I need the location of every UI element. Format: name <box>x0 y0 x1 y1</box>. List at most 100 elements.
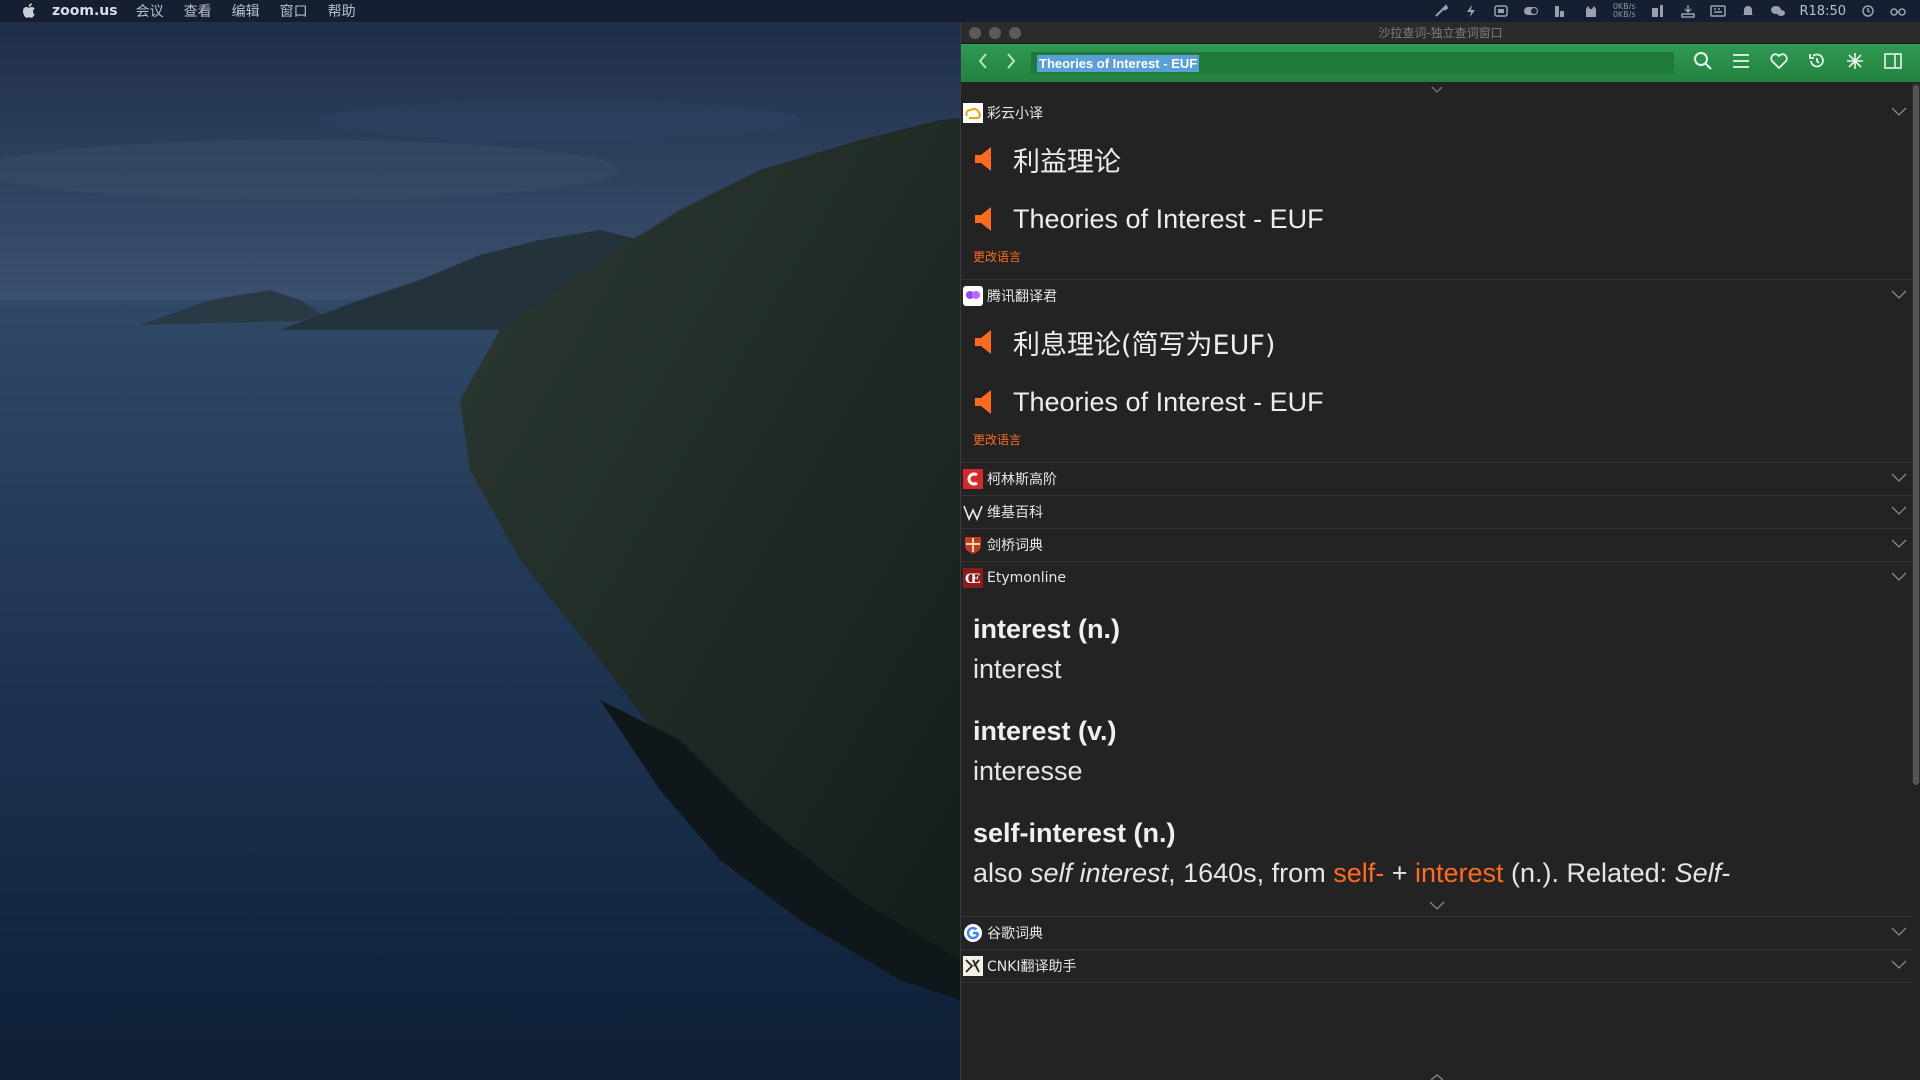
menu-icon <box>1731 53 1751 74</box>
menu-help[interactable]: 帮助 <box>328 1 356 21</box>
speaker-icon[interactable] <box>973 389 995 415</box>
search-input[interactable]: Theories of Interest - EUF <box>1037 54 1200 72</box>
change-language-link[interactable]: 更改语言 <box>961 432 1912 462</box>
dict-section-cnki: CNKI翻译助手 <box>961 950 1912 983</box>
history-icon <box>1807 51 1827 76</box>
dict-header-cambridge[interactable]: 剑桥词典 <box>961 529 1912 561</box>
cat-icon[interactable] <box>1583 4 1599 18</box>
chart-icon[interactable] <box>1553 4 1569 18</box>
favorite-button[interactable] <box>1760 48 1798 78</box>
etymology-link-interest[interactable]: interest <box>1415 858 1504 888</box>
dict-header-tencent[interactable]: 腾讯翻译君 <box>961 280 1912 312</box>
chevron-down-icon[interactable] <box>1890 958 1908 972</box>
chevron-down-icon[interactable] <box>1890 925 1908 939</box>
dict-header-collins[interactable]: 柯林斯高阶 <box>961 463 1912 495</box>
source-text: Theories of Interest - EUF <box>1013 203 1324 234</box>
chevron-down-icon[interactable] <box>1890 504 1908 518</box>
menu-window[interactable]: 窗口 <box>280 1 308 21</box>
menu-view[interactable]: 查看 <box>184 1 212 21</box>
chevron-down-icon <box>1429 898 1445 916</box>
dict-name-etymonline: Etymonline <box>987 570 1066 586</box>
app-menu-name[interactable]: zoom.us <box>52 3 118 19</box>
window-title: 沙拉查词-独立查词窗口 <box>1378 26 1503 40</box>
forward-icon <box>1005 52 1017 75</box>
entry-headword: interest (n.) <box>973 614 1121 644</box>
dict-name-cambridge: 剑桥词典 <box>987 538 1043 554</box>
dict-header-cnki[interactable]: CNKI翻译助手 <box>961 950 1912 982</box>
search-button[interactable] <box>1684 48 1722 78</box>
dictionary-window: 沙拉查词-独立查词窗口 Theories of Interest - EUF 彩… <box>960 22 1920 1080</box>
source-line: Theories of Interest - EUF <box>961 189 1912 249</box>
entry-headword: interest (v.) <box>973 716 1117 746</box>
entry-definition: interest <box>973 654 1062 684</box>
expand-all-toggle[interactable] <box>961 83 1912 97</box>
dict-header-etymonline[interactable]: Œ Etymonline <box>961 562 1912 594</box>
back-button[interactable] <box>969 49 997 77</box>
chevron-down-icon[interactable] <box>1890 288 1908 302</box>
dict-name-tencent: 腾讯翻译君 <box>987 289 1057 305</box>
menubar-clock[interactable]: R18:50 <box>1800 4 1847 19</box>
history-button[interactable] <box>1798 48 1836 78</box>
download-icon[interactable] <box>1680 4 1696 18</box>
change-language-link[interactable]: 更改语言 <box>961 249 1912 279</box>
glasses-icon[interactable] <box>1890 4 1906 18</box>
bolt-icon[interactable] <box>1463 4 1479 18</box>
network-speed: 0KB/s 0KB/s <box>1612 2 1636 19</box>
memory-icon[interactable] <box>1650 4 1666 18</box>
dict-name-caiyun: 彩云小译 <box>987 106 1043 122</box>
entry-definition: interesse <box>973 756 1083 786</box>
keyboard-icon[interactable] <box>1709 4 1726 18</box>
search-field[interactable]: Theories of Interest - EUF <box>1031 52 1674 74</box>
sidebar-icon <box>1883 52 1903 75</box>
dict-header-google[interactable]: 谷歌词典 <box>961 917 1912 949</box>
dict-name-google: 谷歌词典 <box>987 926 1043 942</box>
google-logo-icon <box>962 922 984 944</box>
translation-text: 利息理论(简写为EUF) <box>1013 329 1276 361</box>
dict-header-caiyun[interactable]: 彩云小译 <box>961 97 1912 129</box>
dict-section-caiyun: 彩云小译 利益理论 Theories of Interest - EUF 更改语… <box>961 97 1912 280</box>
pin-icon <box>1845 51 1865 76</box>
dict-name-wikipedia: 维基百科 <box>987 505 1043 521</box>
cnki-logo-icon <box>962 955 984 977</box>
dict-header-wikipedia[interactable]: 维基百科 <box>961 496 1912 528</box>
menu-button[interactable] <box>1722 48 1760 78</box>
toggle-icon[interactable] <box>1523 4 1539 18</box>
translation-line: 利益理论 <box>961 129 1912 189</box>
dict-section-cambridge: 剑桥词典 <box>961 529 1912 562</box>
etymology-link-self[interactable]: self- <box>1333 858 1384 888</box>
bell-icon[interactable] <box>1740 4 1756 18</box>
collapse-all-toggle[interactable] <box>961 1068 1912 1080</box>
pin-button[interactable] <box>1836 48 1874 78</box>
etymonline-logo-icon: Œ <box>962 567 984 589</box>
scrollbar-thumb[interactable] <box>1913 85 1919 785</box>
chevron-down-icon[interactable] <box>1890 537 1908 551</box>
apple-icon[interactable] <box>20 3 38 19</box>
menu-meeting[interactable]: 会议 <box>136 1 164 21</box>
screen-record-icon[interactable] <box>1493 4 1509 18</box>
time-machine-icon[interactable] <box>1860 4 1876 18</box>
source-line: Theories of Interest - EUF <box>961 372 1912 432</box>
forward-button[interactable] <box>997 49 1025 77</box>
entry-headword: self-interest (n.) <box>973 818 1176 848</box>
search-toolbar: Theories of Interest - EUF <box>961 44 1920 82</box>
speaker-icon[interactable] <box>973 146 995 172</box>
chevron-down-icon[interactable] <box>1890 570 1908 584</box>
menubar-status-area: 0KB/s 0KB/s R18:50 <box>1433 0 1920 22</box>
dict-name-collins: 柯林斯高阶 <box>987 472 1057 488</box>
search-icon <box>1693 51 1713 76</box>
expand-more-toggle[interactable] <box>961 886 1912 916</box>
cambridge-logo-icon <box>962 534 984 556</box>
sidebar-button[interactable] <box>1874 48 1912 78</box>
window-titlebar[interactable]: 沙拉查词-独立查词窗口 <box>961 22 1920 44</box>
source-text: Theories of Interest - EUF <box>1013 386 1324 417</box>
chevron-down-icon[interactable] <box>1890 105 1908 119</box>
results-scrollbar[interactable] <box>1912 83 1920 785</box>
chevron-down-icon[interactable] <box>1890 471 1908 485</box>
speaker-icon[interactable] <box>973 329 995 355</box>
menu-edit[interactable]: 编辑 <box>232 1 260 21</box>
results-panel: 彩云小译 利益理论 Theories of Interest - EUF 更改语… <box>961 83 1912 1080</box>
wechat-icon[interactable] <box>1770 4 1786 18</box>
tool-icon[interactable] <box>1433 4 1449 18</box>
etymonline-content: interest (n.) interest interest (v.) int… <box>961 594 1912 916</box>
speaker-icon[interactable] <box>973 206 995 232</box>
